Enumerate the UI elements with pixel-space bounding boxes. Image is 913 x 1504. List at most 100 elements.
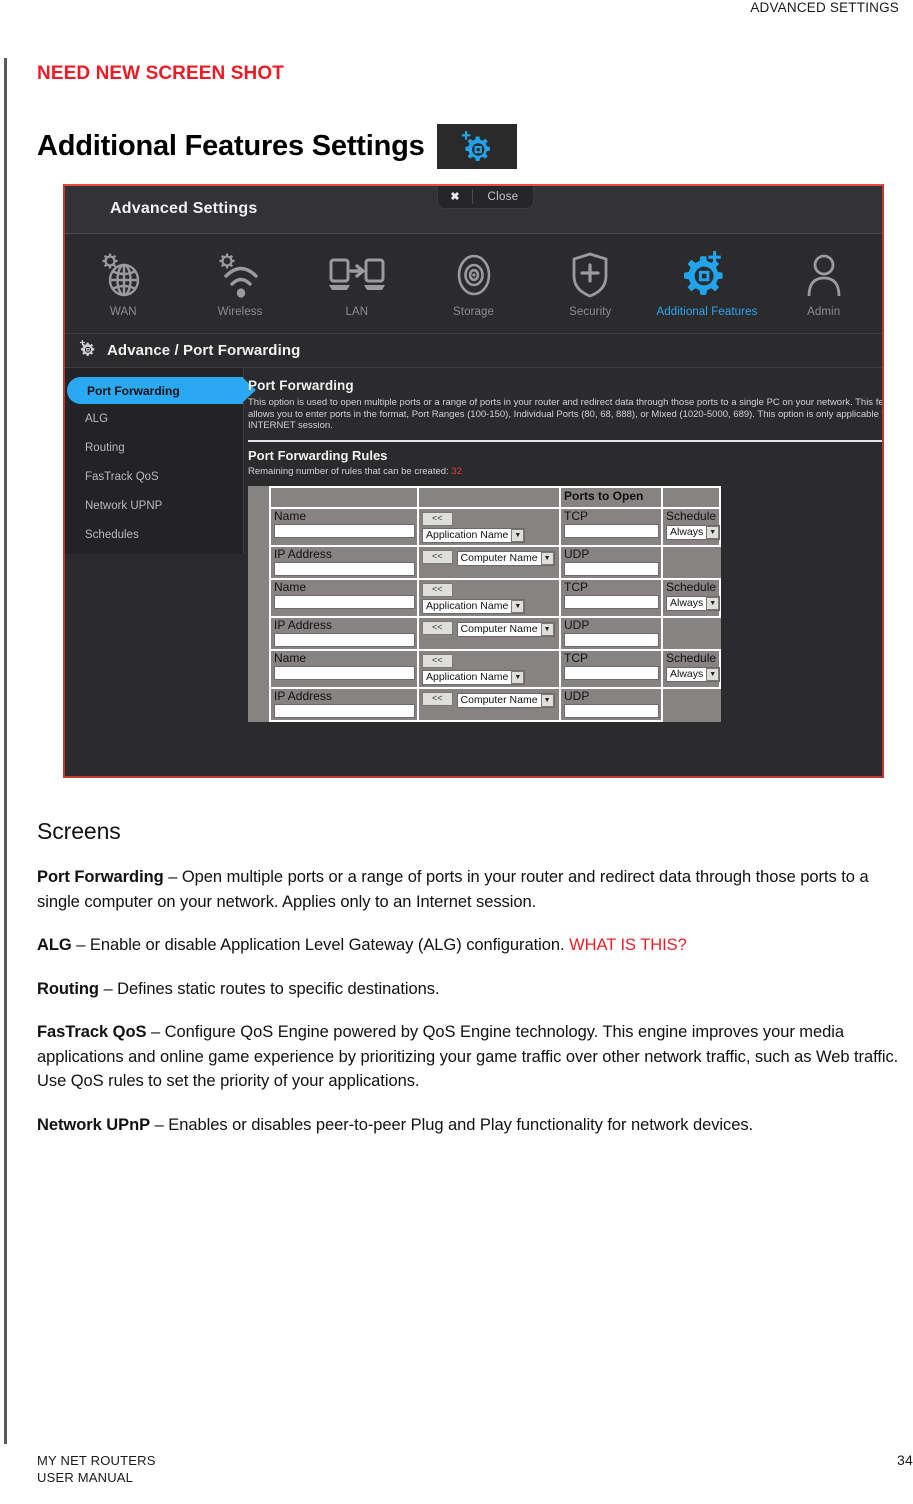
computer-name-select[interactable]: Computer Name ▼ xyxy=(456,692,555,708)
side-nav-label: Port Forwarding xyxy=(87,383,180,398)
shot-side-nav: Port Forwarding ALG Routing FasTrack QoS… xyxy=(65,368,256,554)
ip-address-input[interactable] xyxy=(274,703,415,718)
rule-schedule-cell[interactable]: Schedule Always ▼ xyxy=(661,506,721,547)
side-nav-item-port-forwarding[interactable]: Port Forwarding xyxy=(67,377,256,404)
ip-address-input[interactable] xyxy=(274,632,415,647)
rule-ip-cell[interactable]: IP Address xyxy=(269,544,419,580)
router-ui-screenshot: Advanced Settings ✖ Close WAN Wireless L… xyxy=(63,184,884,778)
pane-rules-heading: Port Forwarding Rules xyxy=(248,447,388,463)
side-nav-item-schedules[interactable]: Schedules xyxy=(65,520,243,549)
close-button[interactable]: ✖ Close xyxy=(437,186,534,209)
rule-app-cell[interactable]: << Application Name ▼ xyxy=(417,577,561,618)
side-nav-item-routing[interactable]: Routing xyxy=(65,433,243,462)
rule-ip-cell[interactable]: IP Address xyxy=(269,615,419,651)
tcp-input[interactable] xyxy=(564,594,659,609)
rule-name-input[interactable] xyxy=(274,594,415,609)
rule-schedule-spacer xyxy=(662,687,720,721)
application-name-select[interactable]: Application Name ▼ xyxy=(422,598,526,614)
rule-computer-cell[interactable]: << Computer Name ▼ xyxy=(417,686,561,722)
rule-tcp-cell[interactable]: TCP xyxy=(559,648,663,689)
tcp-label: TCP xyxy=(564,579,588,594)
rule-app-cell[interactable]: << Application Name ▼ xyxy=(417,648,561,689)
dash: – xyxy=(150,1115,169,1134)
application-name-select[interactable]: Application Name ▼ xyxy=(422,669,526,685)
shot-main-pane: Port Forwarding This option is used to o… xyxy=(244,368,884,749)
term: Port Forwarding xyxy=(37,868,164,886)
rule-udp-cell[interactable]: UDP xyxy=(559,686,663,722)
dash: – xyxy=(146,1023,165,1041)
term: Network UPnP xyxy=(37,1115,151,1134)
nav-item-wireless[interactable]: Wireless xyxy=(182,234,299,333)
header-ports-to-open: Ports to Open xyxy=(559,485,663,509)
schedule-label: Schedule xyxy=(666,579,717,594)
rule-udp-cell[interactable]: UDP xyxy=(559,544,663,580)
nav-item-additional-features[interactable]: Additional Features xyxy=(649,234,766,333)
schedule-select[interactable]: Always ▼ xyxy=(666,524,721,540)
tcp-input[interactable] xyxy=(564,665,659,680)
rule-schedule-cell[interactable]: Schedule Always ▼ xyxy=(661,648,721,689)
definition: Defines static routes to specific destin… xyxy=(117,979,440,998)
rule-ip-cell[interactable]: IP Address xyxy=(269,686,419,722)
computer-name-select[interactable]: Computer Name ▼ xyxy=(456,621,555,637)
computer-copy-button[interactable]: << xyxy=(422,621,453,635)
gear-plus-icon xyxy=(679,249,735,301)
close-x-icon: ✖ xyxy=(450,191,460,203)
rule-name-input[interactable] xyxy=(274,665,415,680)
rule-tcp-cell[interactable]: TCP xyxy=(559,506,663,547)
rule-schedule-cell[interactable]: Schedule Always ▼ xyxy=(661,577,721,618)
page-title: Additional Features Settings xyxy=(37,124,517,169)
schedule-select[interactable]: Always ▼ xyxy=(666,595,721,611)
side-nav-item-alg[interactable]: ALG xyxy=(65,404,243,433)
side-nav-label: Network UPNP xyxy=(85,499,163,512)
query-note: WHAT IS THIS? xyxy=(569,936,687,954)
chevron-down-icon: ▼ xyxy=(540,693,554,707)
pane-description: This option is used to open multiple por… xyxy=(248,397,884,431)
computer-copy-button[interactable]: << xyxy=(422,550,453,564)
nav-item-storage[interactable]: Storage xyxy=(415,234,532,333)
rule-name-cell[interactable]: Name xyxy=(269,577,419,618)
tcp-input[interactable] xyxy=(564,523,659,538)
rule-name-cell[interactable]: Name xyxy=(269,506,419,547)
rule-udp-cell[interactable]: UDP xyxy=(559,615,663,651)
left-margin-rule xyxy=(4,58,7,1444)
app-copy-button[interactable]: << xyxy=(422,511,453,526)
udp-input[interactable] xyxy=(564,703,659,718)
nav-item-wan[interactable]: WAN xyxy=(65,234,182,333)
nav-label: LAN xyxy=(345,306,369,318)
row-checkbox-cell[interactable] xyxy=(248,649,270,721)
udp-input[interactable] xyxy=(564,632,659,647)
rule-schedule-spacer xyxy=(662,616,720,650)
application-name-select[interactable]: Application Name ▼ xyxy=(422,527,526,543)
row-checkbox-cell[interactable] xyxy=(248,578,270,650)
breadcrumb: Advance / Port Forwarding xyxy=(65,334,882,368)
schedule-select[interactable]: Always ▼ xyxy=(666,666,721,682)
side-nav-item-fastrack-qos[interactable]: FasTrack QoS xyxy=(65,462,243,491)
chevron-down-icon: ▼ xyxy=(706,667,720,681)
screens-item-routing: Routing – Defines static routes to speci… xyxy=(37,977,913,1002)
chevron-down-icon: ▼ xyxy=(540,622,554,636)
rule-tcp-cell[interactable]: TCP xyxy=(559,577,663,618)
editorial-note: NEED NEW SCREEN SHOT xyxy=(37,63,284,84)
nav-item-security[interactable]: Security xyxy=(532,234,649,333)
rule-app-cell[interactable]: << Application Name ▼ xyxy=(417,506,561,547)
dash: – xyxy=(163,868,182,886)
rule-name-label: Name xyxy=(274,508,307,523)
computer-name-select[interactable]: Computer Name ▼ xyxy=(456,550,555,566)
rule-computer-cell[interactable]: << Computer Name ▼ xyxy=(417,544,561,580)
computer-copy-button[interactable]: << xyxy=(422,692,453,706)
rule-computer-cell[interactable]: << Computer Name ▼ xyxy=(417,615,561,651)
rule-schedule-spacer xyxy=(662,545,720,579)
pane-divider xyxy=(248,439,882,442)
table-row: IP Address << Computer Name ▼ UDP xyxy=(248,615,720,651)
rule-name-input[interactable] xyxy=(274,523,415,538)
app-copy-button[interactable]: << xyxy=(422,653,453,668)
rule-name-cell[interactable]: Name xyxy=(269,648,419,689)
nav-item-admin[interactable]: Admin xyxy=(765,234,882,333)
side-nav-item-network-upnp[interactable]: Network UPNP xyxy=(65,491,243,520)
udp-input[interactable] xyxy=(564,561,659,576)
nav-item-lan[interactable]: LAN xyxy=(298,234,415,333)
ip-address-input[interactable] xyxy=(274,561,415,576)
row-checkbox-cell[interactable] xyxy=(248,507,270,579)
screens-item-fastrack-qos: FasTrack QoS – Configure QoS Engine powe… xyxy=(37,1020,913,1094)
app-copy-button[interactable]: << xyxy=(422,582,453,597)
